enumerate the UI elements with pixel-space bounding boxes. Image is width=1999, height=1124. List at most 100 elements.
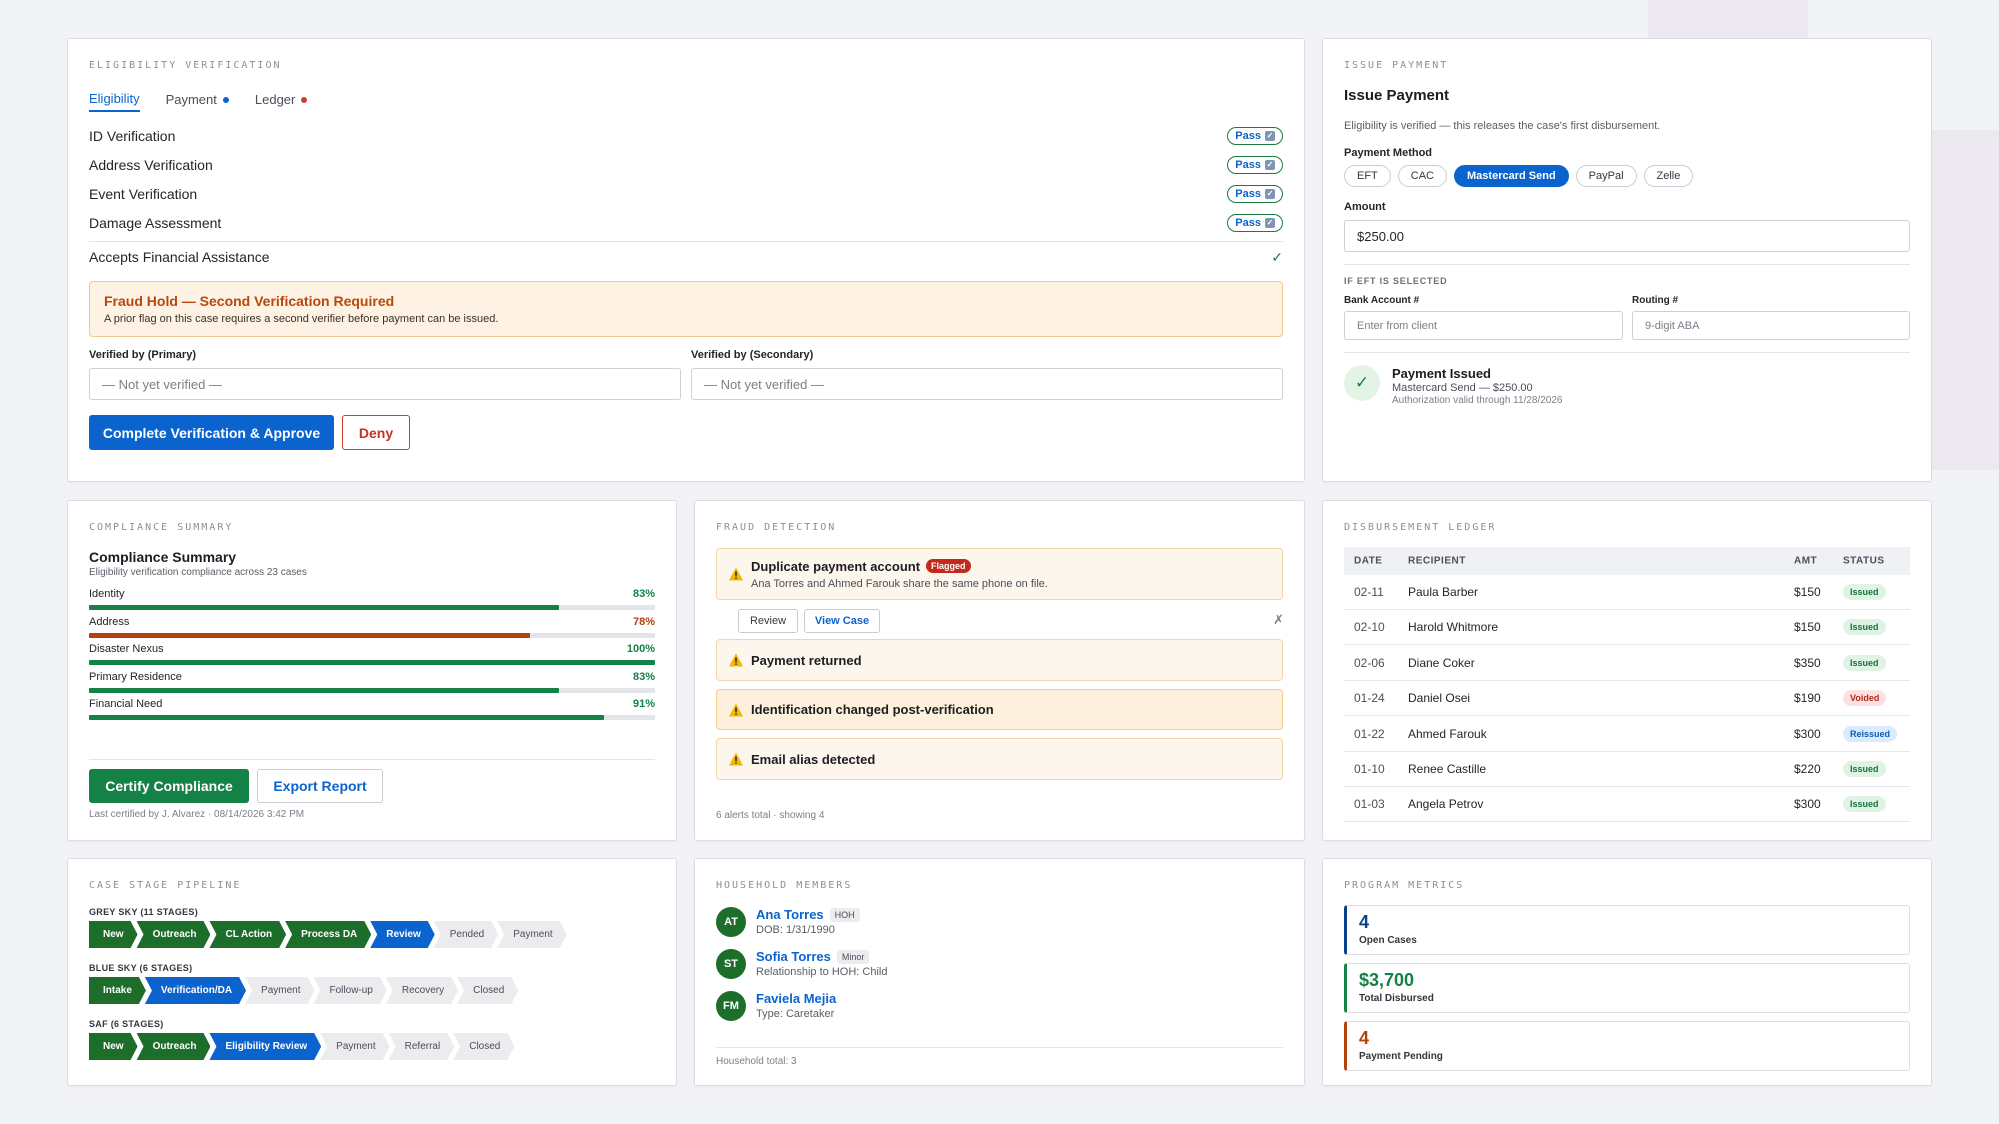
method-cac[interactable]: CAC (1397, 165, 1448, 187)
section-title: ELIGIBILITY VERIFICATION (89, 60, 282, 71)
alerts-footer: 6 alerts total · showing 4 (716, 810, 825, 821)
ledger-date: 02-10 (1354, 620, 1385, 635)
compliance-row: Primary Residence 83% (89, 671, 655, 697)
tab-eligibility[interactable]: Eligibility (89, 91, 140, 112)
checkbox-icon: ✓ (1265, 131, 1275, 141)
method-mastercard-send[interactable]: Mastercard Send (1454, 165, 1569, 187)
compliance-row-label: Financial Need (89, 698, 163, 710)
pass-badge[interactable]: Pass ✓ (1227, 185, 1283, 203)
divider (89, 759, 655, 760)
complete-verification-approve-button[interactable]: Complete Verification & Approve (89, 415, 334, 450)
compliance-row-percent: 83% (632, 670, 655, 683)
status-badge: Issued (1843, 761, 1886, 777)
pipeline-stage[interactable]: Payment (320, 1033, 389, 1060)
status-badge: Issued (1843, 796, 1886, 813)
ledger-recipient: Diane Coker (1408, 655, 1475, 670)
alert-email-alias[interactable]: Email alias detected (716, 738, 1283, 780)
pipeline-stages: New Outreach CL Action Process DA Review Pend… (89, 921, 566, 948)
pipeline-stage[interactable]: Recovery (386, 977, 458, 1004)
certify-compliance-button[interactable]: Certify Compliance (89, 769, 249, 803)
member-tag: Minor (836, 949, 870, 964)
ledger-recipient: Ahmed Farouk (1408, 726, 1487, 741)
alert-duplicate-payment[interactable]: Duplicate payment account Flagged Ana Tor… (716, 548, 1283, 600)
check-row-event-verification: Event Verification Pass ✓ (89, 180, 1283, 208)
export-report-button[interactable]: Export Report (257, 769, 383, 803)
table-row[interactable]: 01-10 Renee Castille $220 Issued (1344, 752, 1910, 787)
table-row[interactable]: 01-24 Daniel Osei $190 Voided (1344, 681, 1910, 717)
pass-badge[interactable]: Pass ✓ (1227, 156, 1283, 174)
secondary-verifier-input[interactable]: — Not yet verified — (691, 368, 1283, 400)
pipeline-stage[interactable]: Process DA (285, 921, 371, 948)
pipeline-stage[interactable]: Verification/DA (145, 977, 246, 1004)
section-title: FRAUD DETECTION (716, 522, 837, 533)
method-eft[interactable]: EFT (1344, 165, 1391, 187)
section-title: COMPLIANCE SUMMARY (89, 522, 234, 533)
disbursement-ledger-card: DISBURSEMENT LEDGER DATE RECIPIENT AMT S… (1322, 500, 1932, 841)
pipeline-stage[interactable]: Pended (434, 921, 498, 948)
compliance-row-label: Identity (89, 588, 125, 600)
pipeline-stage[interactable]: Review (370, 921, 434, 948)
ledger-amount: $220 (1794, 762, 1821, 776)
compliance-row-percent: 83% (632, 588, 655, 600)
section-title: CASE STAGE PIPELINE (89, 880, 242, 891)
table-row[interactable]: 02-10 Harold Whitmore $150 Issued (1344, 610, 1910, 646)
pipeline-stage[interactable]: Payment (245, 977, 314, 1004)
tab-payment[interactable]: Payment (166, 91, 229, 112)
progress-track (89, 715, 655, 720)
ledger-recipient: Angela Petrov (1408, 797, 1484, 812)
pipeline-stage[interactable]: Closed (453, 1033, 514, 1060)
table-row[interactable]: 02-11 Paula Barber $150 Issued (1344, 575, 1910, 610)
fraud-detection-card: FRAUD DETECTION Duplicate payment accoun… (694, 500, 1305, 841)
checkbox-icon: ✓ (1265, 218, 1275, 228)
flagged-badge: Flagged (926, 559, 971, 573)
pass-badge[interactable]: Pass ✓ (1227, 127, 1283, 145)
col-amt: AMT (1794, 555, 1818, 567)
member-tag: HOH (829, 907, 860, 922)
pass-badge[interactable]: Pass ✓ (1227, 214, 1283, 232)
pipeline-label: SAF (6 STAGES) (89, 1019, 164, 1029)
primary-verifier-input[interactable]: — Not yet verified — (89, 368, 681, 400)
bank-account-input[interactable]: Enter from client (1344, 311, 1623, 340)
table-row[interactable]: 02-06 Diane Coker $350 Issued (1344, 646, 1910, 681)
dismiss-icon[interactable]: ✗ (1273, 612, 1284, 628)
bank-account-label: Bank Account # (1344, 295, 1420, 306)
ledger-date: 01-22 (1354, 726, 1385, 741)
ledger-recipient: Renee Castille (1408, 762, 1487, 776)
status-badge: Issued (1843, 619, 1886, 636)
pipeline-stage[interactable]: Intake (89, 977, 146, 1004)
review-button[interactable]: Review (738, 609, 798, 633)
progress-fill (89, 605, 559, 610)
pipeline-stage[interactable]: Eligibility Review (209, 1033, 321, 1060)
table-row[interactable]: 01-22 Ahmed Farouk $300 Reissued (1344, 717, 1910, 752)
pipeline-stage[interactable]: Closed (457, 977, 518, 1004)
method-paypal[interactable]: PayPal (1575, 165, 1637, 187)
view-case-button[interactable]: View Case (804, 609, 880, 633)
pipeline-stage[interactable]: CL Action (209, 921, 286, 948)
amount-input[interactable]: $250.00 (1344, 220, 1910, 252)
status-badge: Issued (1843, 584, 1886, 600)
financial-assistance-row: Accepts Financial Assistance ✓ (89, 248, 1283, 266)
deny-button[interactable]: Deny (342, 415, 410, 450)
progress-fill (89, 687, 559, 693)
pipeline-stage[interactable]: Outreach (137, 1033, 211, 1060)
compliance-footer: Last certified by J. Alvarez · 08/14/202… (89, 809, 305, 820)
payment-method-label: Payment Method (1344, 147, 1433, 159)
secondary-verifier-label: Verified by (Secondary) (691, 349, 814, 361)
pipeline-stage[interactable]: New (89, 1033, 138, 1060)
tab-ledger[interactable]: Ledger (255, 91, 308, 112)
success-check-icon: ✓ (1344, 365, 1380, 401)
pipeline-stage[interactable]: New (89, 921, 138, 948)
method-zelle[interactable]: Zelle (1643, 165, 1694, 187)
pipeline-stage[interactable]: Referral (389, 1033, 455, 1060)
table-row[interactable]: 01-03 Angela Petrov $300 Issued (1344, 787, 1910, 823)
avatar: AT (716, 907, 746, 937)
alert-payment-returned[interactable]: Payment returned (716, 639, 1283, 681)
pipeline-stage[interactable]: Outreach (137, 921, 211, 948)
alert-identification-changed[interactable]: Identification changed post-verification (716, 689, 1283, 730)
routing-input[interactable]: 9-digit ABA (1632, 311, 1910, 340)
ledger-amount: $300 (1794, 797, 1821, 812)
ledger-header-row: DATE RECIPIENT AMT STATUS (1344, 547, 1910, 575)
pipeline-stage[interactable]: Follow-up (314, 977, 387, 1004)
pipeline-stage[interactable]: Payment (497, 921, 566, 948)
progress-fill (89, 715, 605, 720)
